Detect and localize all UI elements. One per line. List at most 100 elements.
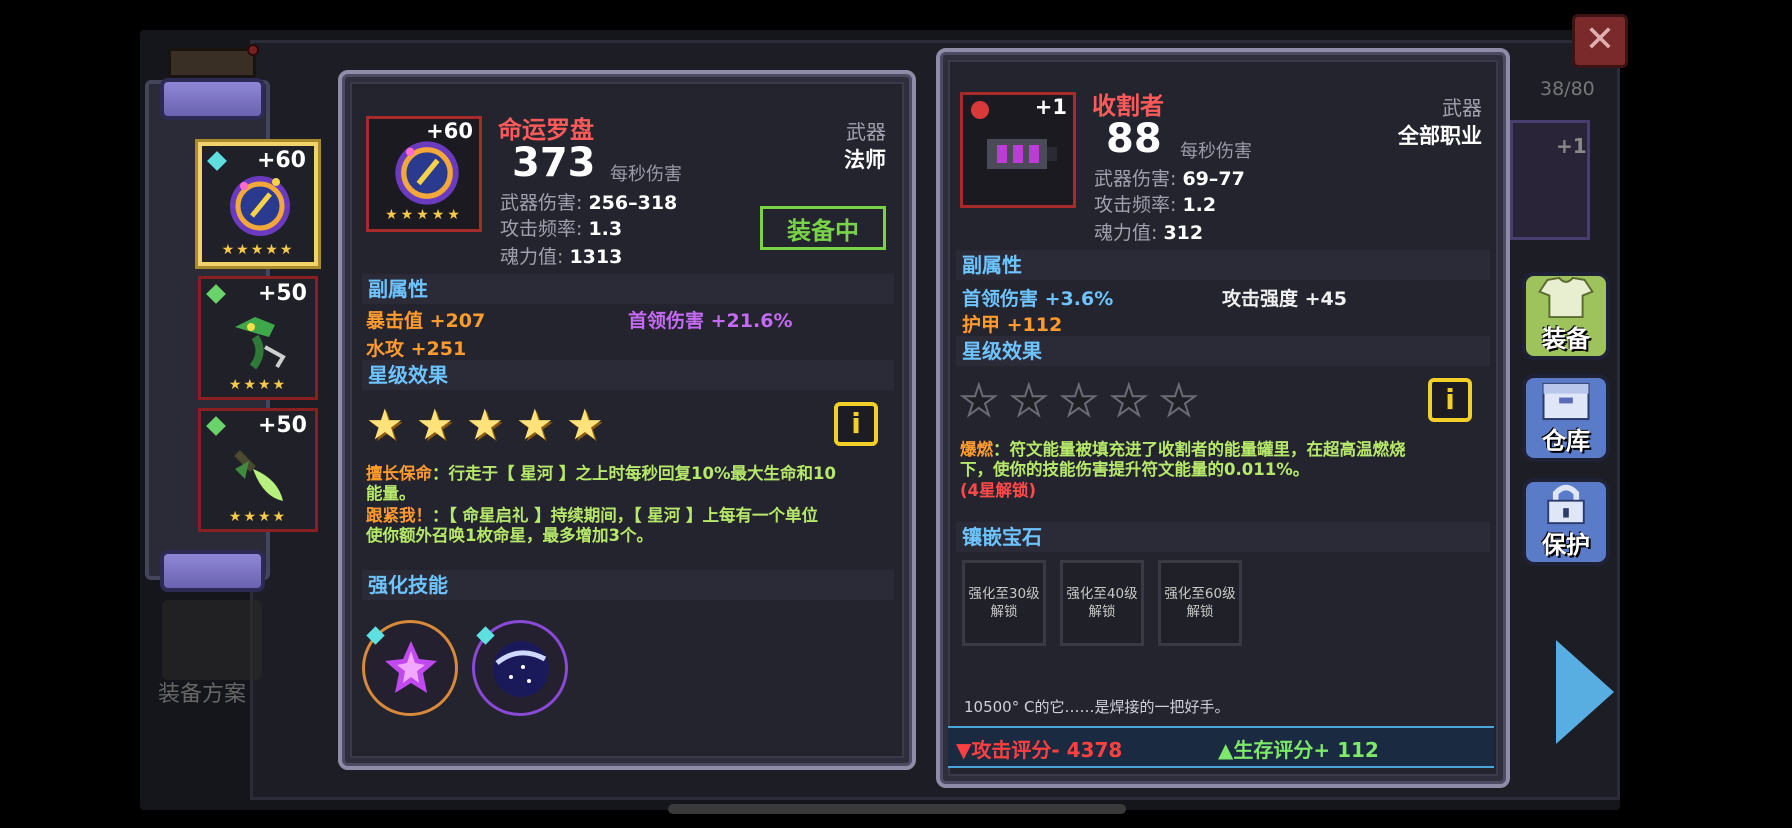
damage-label: 武器伤害:	[500, 192, 583, 214]
scroll-cap-bottom	[160, 550, 265, 592]
gem-slot-text: 强化至30级 解锁	[968, 585, 1039, 621]
substat-label: 首领伤害	[628, 310, 705, 332]
gem-slot-3[interactable]: 强化至60级 解锁	[1158, 560, 1242, 646]
star-effect-header: 星级效果	[362, 360, 894, 390]
damage-value: 69–77	[1182, 168, 1245, 190]
effect-lock-label: (4星解锁)	[960, 481, 1037, 500]
storage-label: 仓库	[1542, 427, 1590, 455]
flavor-text: 10500° C的它……是焊接的一把好手。	[964, 698, 1230, 716]
effect-text: ：符文能量被填充进了收割者的能量罐里，在超高温燃烧	[993, 440, 1406, 459]
gem-slot-line1: 强化至40级	[1066, 586, 1138, 602]
soul-label: 魂力值:	[500, 246, 564, 268]
equip-label: 装备	[1542, 325, 1590, 353]
star-effect-header: 星级效果	[956, 336, 1490, 366]
equip-button[interactable]: 装备	[1522, 272, 1610, 360]
protect-button[interactable]: 保护	[1522, 478, 1610, 566]
substat-armor: 护甲 +112	[962, 310, 1062, 337]
slot-stars: ★★★★	[228, 377, 288, 393]
effect-text: ：【 命星启礼 】持续期间，【 星河 】上每有一个单位	[432, 506, 818, 525]
gem-slot-line2: 解锁	[1186, 604, 1214, 620]
substat-label: 暴击值	[366, 310, 424, 332]
weapon-type: 武器	[846, 120, 886, 144]
dps-value: 373	[512, 140, 596, 186]
effect-name: 爆燃	[960, 440, 993, 459]
survival-score: ▲生存评分+ 112	[1218, 738, 1379, 762]
substats-header: 副属性	[362, 274, 894, 304]
star-icon: ★	[516, 400, 554, 449]
dps-value: 88	[1106, 116, 1162, 162]
info-button[interactable]: i	[1428, 378, 1472, 422]
galaxy-orb-icon	[493, 641, 549, 697]
gem-slot-line2: 解锁	[1088, 604, 1116, 620]
close-button[interactable]: ✕	[1572, 14, 1628, 68]
star-effect-lock: (4星解锁)	[960, 481, 1490, 501]
substat-value: +251	[410, 338, 467, 360]
substat-label: 首领伤害	[962, 288, 1039, 310]
effect-name: 擅长保命	[366, 464, 432, 483]
skill-slot-1[interactable]	[362, 620, 458, 716]
soul-stat: 魂力值: 312	[1094, 218, 1203, 245]
gem-slot-text: 强化至60级 解锁	[1164, 585, 1235, 621]
star-crystal-icon	[385, 641, 437, 693]
substat-label: 攻击强度	[1222, 288, 1299, 310]
home-indicator[interactable]	[668, 804, 1126, 814]
effect-name: 跟紧我！	[366, 506, 432, 525]
gem-slot-line2: 解锁	[990, 604, 1018, 620]
loadout-label[interactable]: 装备方案	[158, 676, 246, 708]
score-bar: ▼攻击评分- 4378 ▲生存评分+ 112	[948, 726, 1494, 768]
gem-slot-1[interactable]: 强化至30级 解锁	[962, 560, 1046, 646]
damage-stat: 武器伤害: 69–77	[1094, 164, 1245, 191]
next-arrow-icon[interactable]	[1556, 640, 1614, 744]
substat-crit: 暴击值 +207	[366, 306, 485, 333]
gem-header: 镶嵌宝石	[956, 522, 1490, 552]
weapon-class: 全部职业	[1398, 124, 1482, 148]
star-icon-empty: ★	[1009, 376, 1049, 425]
serpent-staff-icon	[235, 317, 286, 370]
substat-value: +45	[1304, 288, 1348, 310]
star-effect-2: 跟紧我！：【 命星启礼 】持续期间，【 星河 】上每有一个单位	[366, 506, 896, 526]
gem-slot-2[interactable]: 强化至40级 解锁	[1060, 560, 1144, 646]
weapon-icon-frame: +1	[960, 92, 1076, 208]
compass-icon	[395, 141, 459, 205]
loadout-icon[interactable]	[162, 600, 262, 680]
skill-slot-2[interactable]	[472, 620, 568, 716]
star-icon: ★	[466, 400, 504, 449]
star-icon-empty: ★	[959, 376, 999, 425]
substat-boss-damage: 首领伤害 +21.6%	[628, 306, 792, 333]
substat-label: 护甲	[962, 314, 1001, 336]
gem-icon	[207, 151, 227, 171]
weapon-slot-2[interactable]: +50 ★★★★	[198, 276, 318, 400]
effect-text: ：行走于【 星河 】之上时每秒回复10%最大生命和10	[432, 464, 836, 483]
rate-value: 1.3	[588, 218, 623, 240]
star-effect-1: 擅长保命：行走于【 星河 】之上时每秒回复10%最大生命和10	[366, 464, 896, 484]
storage-button[interactable]: 仓库	[1522, 374, 1610, 462]
weapon-type: 武器	[1442, 96, 1482, 120]
storage-box-icon	[1542, 382, 1590, 421]
gem-slot-text: 强化至40级 解锁	[1066, 585, 1137, 621]
weapon-icon-frame: +60 ★★★★★	[366, 116, 482, 232]
weapon-level: +1	[1034, 95, 1067, 119]
protect-label: 保护	[1542, 531, 1590, 559]
rate-value: 1.2	[1182, 194, 1217, 216]
inventory-card-level: +1	[1556, 134, 1587, 158]
info-button[interactable]: i	[834, 402, 878, 446]
star-icon: ★	[566, 400, 604, 449]
weapon-slot-1[interactable]: +60 ★★★★★	[198, 142, 318, 266]
star-icon: ★	[416, 400, 454, 449]
scroll-knob	[168, 48, 256, 78]
soul-stat: 魂力值: 1313	[500, 242, 622, 269]
substat-water: 水攻 +251	[366, 334, 466, 361]
armor-icon	[1538, 276, 1594, 319]
compass-icon	[230, 176, 290, 236]
skill-header: 强化技能	[362, 570, 894, 600]
weapon-stars: ★★★★★	[385, 207, 463, 223]
star-effect: 爆燃：符文能量被填充进了收割者的能量罐里，在超高温燃烧	[960, 440, 1490, 460]
knob-dot	[247, 44, 259, 56]
gem-slot-line1: 强化至60级	[1164, 586, 1236, 602]
star-effect-2-cont: 使你额外召唤1枚命星，最多增加3个。	[366, 526, 653, 545]
damage-stat: 武器伤害: 256–318	[500, 188, 677, 215]
soul-value: 1313	[569, 246, 623, 268]
weapon-slot-3[interactable]: +50 ★★★★	[198, 408, 318, 532]
scroll-cap-top	[160, 78, 265, 120]
gem-icon	[206, 284, 226, 304]
